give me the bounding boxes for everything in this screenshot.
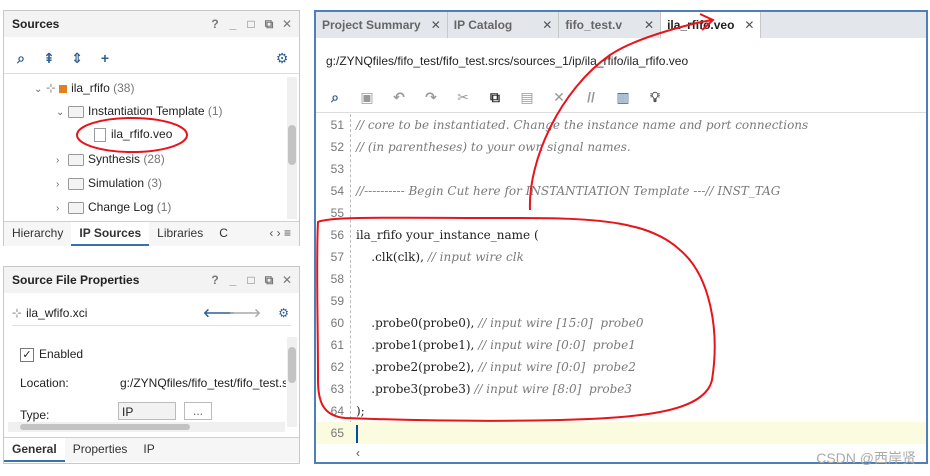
- red-annotations: [76, 13, 716, 422]
- watermark: CSDN @西岸贤: [816, 450, 916, 466]
- annotation-arrow: [528, 19, 713, 211]
- annotation-circle: [76, 117, 188, 153]
- annotation-outline: [316, 216, 716, 422]
